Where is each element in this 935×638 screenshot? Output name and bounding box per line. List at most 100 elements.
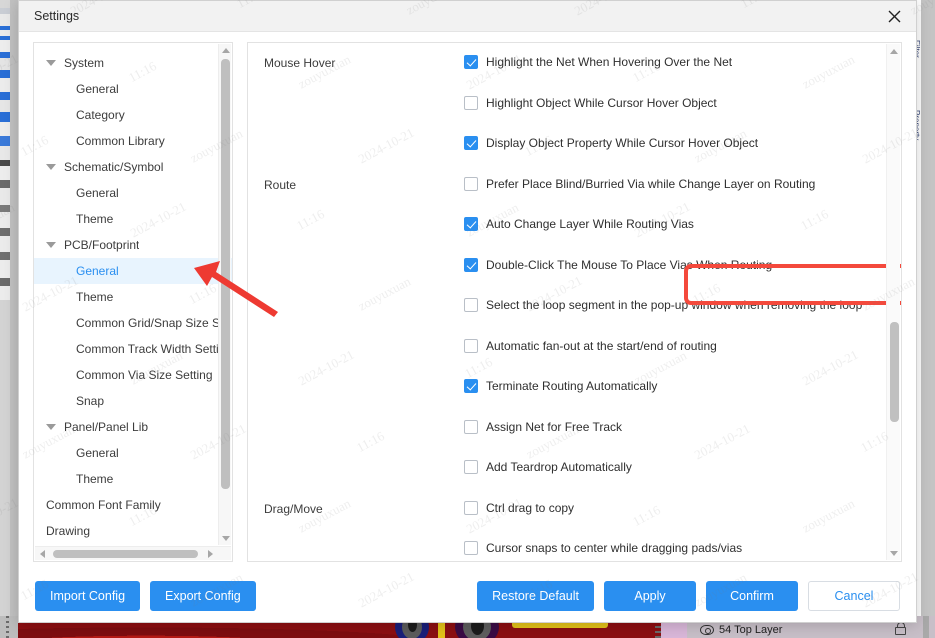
option-checkbox-highlight-the-net-when-hovering-over-the[interactable]: Highlight the Net When Hovering Over the… [464, 55, 732, 70]
sidebar-item-theme[interactable]: Theme [34, 206, 232, 232]
sidebar-item-label: General [76, 446, 119, 460]
option-group-label [264, 339, 464, 340]
tree-vertical-scrollbar[interactable] [218, 44, 231, 545]
restore-default-button[interactable]: Restore Default [477, 580, 594, 611]
option-checkbox-double-click-the-mouse-to-place-vias-whe[interactable]: Double-Click The Mouse To Place Vias Whe… [464, 257, 772, 273]
checkbox-checked-icon[interactable] [464, 55, 478, 69]
tree-horizontal-scrollbar[interactable] [35, 546, 231, 560]
option-row: Auto Change Layer While Routing Vias [248, 217, 885, 258]
left-panel-divider [10, 0, 18, 638]
chevron-down-icon[interactable] [46, 60, 56, 66]
option-label: Highlight Object While Cursor Hover Obje… [486, 95, 717, 110]
option-checkbox-display-object-property-while-cursor-hov[interactable]: Display Object Property While Cursor Hov… [464, 136, 758, 151]
options-scroll-down-icon[interactable] [887, 546, 901, 560]
option-label: Highlight the Net When Hovering Over the… [486, 55, 733, 69]
sidebar-item-label: System [64, 56, 105, 70]
sidebar-item-system[interactable]: System [34, 50, 232, 76]
option-label: Cursor snaps to center while dragging pa… [486, 541, 743, 555]
checkbox-checked-icon[interactable] [464, 257, 478, 272]
status-bar-rail [923, 616, 929, 638]
settings-category-tree: System General Category Common Library Schem… [33, 42, 233, 562]
sidebar-item-label: Schematic/Symbol [64, 160, 164, 174]
sidebar-item-label: Common Grid/Snap Size Se [76, 316, 218, 330]
sidebar-item-common-font-family[interactable]: Common Font Family [34, 492, 232, 518]
tree-scroll-right-icon[interactable] [204, 547, 217, 561]
sidebar-item-label: PCB/Footprint [64, 238, 140, 252]
checkbox-checked-icon[interactable] [464, 136, 478, 150]
sidebar-item-general[interactable]: General [34, 180, 232, 206]
sidebar-item-common-track-width-settin[interactable]: Common Track Width Settin [34, 336, 232, 362]
checkbox-unchecked-icon[interactable] [464, 419, 478, 434]
sidebar-item-label: General [76, 186, 119, 200]
sidebar-item-label: Theme [76, 472, 114, 486]
settings-tree-list[interactable]: System General Category Common Library Schem… [34, 43, 232, 561]
checkbox-checked-icon[interactable] [464, 379, 478, 393]
cancel-button[interactable]: Cancel [808, 580, 900, 611]
sidebar-item-common-via-size-setting[interactable]: Common Via Size Setting [34, 362, 232, 388]
checkbox-unchecked-icon[interactable] [464, 95, 478, 110]
confirm-button[interactable]: Confirm [706, 580, 798, 611]
sidebar-item-label: Common Library [76, 134, 165, 148]
options-scrollbar-thumb[interactable] [890, 322, 899, 422]
sidebar-item-category[interactable]: Category [34, 102, 232, 128]
sidebar-item-label: Category [76, 108, 125, 122]
options-vertical-scrollbar[interactable] [886, 44, 900, 560]
apply-button[interactable]: Apply [604, 580, 696, 611]
tree-scrollbar-thumb[interactable] [221, 59, 230, 489]
page-title: Settings [34, 9, 80, 23]
chevron-down-icon[interactable] [46, 242, 56, 248]
sidebar-item-common-library[interactable]: Common Library [34, 128, 232, 154]
export-config-button[interactable]: Export Config [150, 580, 256, 611]
option-checkbox-select-the-loop-segment-in-the-pop-up-wi[interactable]: Select the loop segment in the pop-up wi… [464, 298, 862, 313]
tree-scroll-up-icon[interactable] [219, 44, 232, 57]
sidebar-item-theme[interactable]: Theme [34, 284, 232, 310]
option-label: Add Teardrop Automatically [486, 460, 632, 474]
options-scroll-up-icon[interactable] [887, 44, 901, 58]
option-row: Display Object Property While Cursor Hov… [248, 136, 885, 177]
checkbox-unchecked-icon[interactable] [464, 541, 478, 555]
option-checkbox-cursor-snaps-to-center-while-dragging-pa[interactable]: Cursor snaps to center while dragging pa… [464, 541, 742, 556]
chevron-down-icon[interactable] [46, 424, 56, 430]
checkbox-checked-icon[interactable] [464, 217, 478, 231]
status-layer-indicator[interactable]: 54 Top Layer [700, 624, 782, 636]
sidebar-item-snap[interactable]: Snap [34, 388, 232, 414]
sidebar-item-theme[interactable]: Theme [34, 466, 232, 492]
sidebar-item-general[interactable]: General [34, 440, 232, 466]
sidebar-item-general[interactable]: General [34, 76, 232, 102]
option-checkbox-add-teardrop-automatically[interactable]: Add Teardrop Automatically [464, 460, 632, 475]
option-group-label: Drag/Move [264, 501, 323, 516]
checkbox-unchecked-icon[interactable] [464, 500, 478, 515]
sidebar-item-common-grid-snap-size-se[interactable]: Common Grid/Snap Size Se [34, 310, 232, 336]
import-config-button[interactable]: Import Config [35, 580, 141, 611]
sidebar-item-panel-panel-lib[interactable]: Panel/Panel Lib [34, 414, 232, 440]
tree-hscrollbar-thumb[interactable] [53, 550, 198, 558]
sidebar-item-general[interactable]: General [34, 258, 232, 284]
option-checkbox-highlight-object-while-cursor-hover-obje[interactable]: Highlight Object While Cursor Hover Obje… [464, 95, 717, 111]
option-group-label: Route [264, 177, 297, 192]
option-checkbox-terminate-routing-automatically[interactable]: Terminate Routing Automatically [464, 379, 657, 394]
option-checkbox-assign-net-for-free-track[interactable]: Assign Net for Free Track [464, 419, 622, 435]
checkbox-unchecked-icon[interactable] [464, 338, 478, 353]
sidebar-item-drawing[interactable]: Drawing [34, 518, 232, 544]
dialog-body: System General Category Common Library Schem… [19, 32, 916, 568]
chevron-down-icon[interactable] [46, 164, 56, 170]
option-group-label [264, 136, 464, 137]
sidebar-item-label: Common Track Width Settin [76, 342, 218, 356]
tree-scroll-down-icon[interactable] [219, 532, 232, 545]
checkbox-unchecked-icon[interactable] [464, 460, 478, 474]
dialog-title-bar: Settings [19, 1, 916, 32]
checkbox-unchecked-icon[interactable] [464, 176, 478, 191]
tree-scroll-left-icon[interactable] [36, 547, 49, 561]
sidebar-item-schematic-symbol[interactable]: Schematic/Symbol [34, 154, 232, 180]
option-checkbox-auto-change-layer-while-routing-vias[interactable]: Auto Change Layer While Routing Vias [464, 217, 694, 232]
lock-icon[interactable] [894, 622, 907, 635]
option-row: Add Teardrop Automatically [248, 460, 885, 501]
close-icon[interactable] [872, 1, 916, 32]
sidebar-item-pcb-footprint[interactable]: PCB/Footprint [34, 232, 232, 258]
option-checkbox-automatic-fan-out-at-the-start-end-of-ro[interactable]: Automatic fan-out at the start/end of ro… [464, 338, 717, 354]
option-row: Assign Net for Free Track [248, 419, 885, 461]
checkbox-unchecked-icon[interactable] [464, 298, 478, 312]
option-checkbox-ctrl-drag-to-copy[interactable]: Ctrl drag to copy [464, 500, 574, 516]
sidebar-item-label: Theme [76, 290, 114, 304]
option-checkbox-prefer-place-blind-burried-via-while-cha[interactable]: Prefer Place Blind/Burried Via while Cha… [464, 176, 815, 192]
